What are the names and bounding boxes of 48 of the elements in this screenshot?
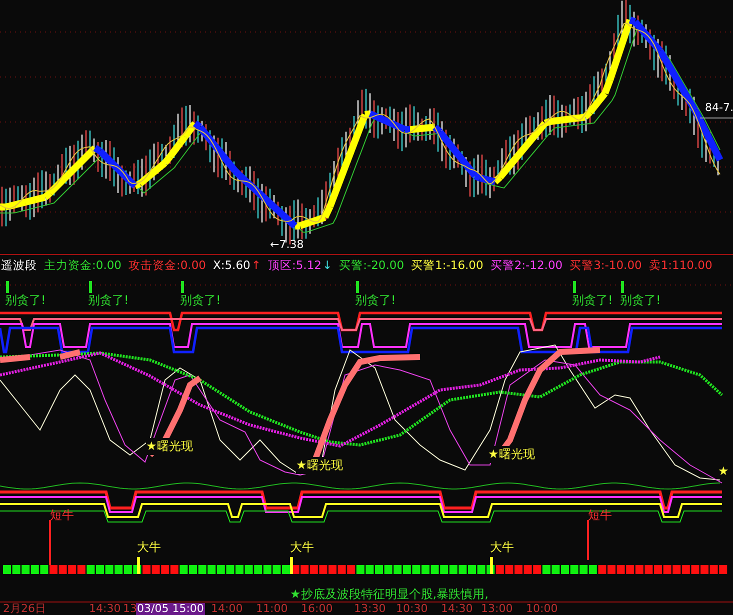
bull-signal-label: 短牛 <box>588 507 612 524</box>
time-axis-label: 03/05 15:00 <box>136 603 205 615</box>
time-axis-label: 13:30 <box>353 603 387 615</box>
bull-signal-label: 大牛 <box>137 539 161 556</box>
warning-label: 别贪了! <box>620 292 661 309</box>
time-axis-label: 14:30 <box>88 603 122 615</box>
signal-tick-mark <box>573 281 576 293</box>
indicator-value: 顶区:5.12 <box>268 258 322 272</box>
indicator-value: 买警3:-10.00 <box>570 258 642 272</box>
warning-label: 别贪了! <box>88 292 129 309</box>
time-axis-label: 2月26日 <box>2 603 47 615</box>
signal-tick-mark <box>181 281 184 293</box>
bull-signal-label: 大牛 <box>490 539 514 556</box>
indicator-value: 攻击资金:0.00 <box>128 258 206 272</box>
warning-label: 别贪了! <box>355 292 396 309</box>
indicator-value: X:5.60 <box>212 258 250 272</box>
indicator-value: 买警:-20.00 <box>339 258 404 272</box>
signal-label: ★曙光现 <box>488 446 535 463</box>
low-price-label: ←7.38 <box>270 238 304 251</box>
footer-note: ★抄底及波段特征明显个股,暴跌慎用, <box>290 586 488 603</box>
indicator-value: 卖1:110.00 <box>648 258 712 272</box>
indicator-value: 遥波段 <box>1 258 37 272</box>
bull-signal-label: 大牛 <box>290 539 314 556</box>
signal-label: ★ <box>718 464 729 478</box>
indicator-value: 买警2:-12.00 <box>490 258 563 272</box>
warning-label: 别贪了! <box>180 292 221 309</box>
indicator-value: 主力资金:0.00 <box>44 258 122 272</box>
time-axis-label: 11:00 <box>255 603 289 615</box>
time-axis-label: 10:30 <box>395 603 429 615</box>
signal-tick-mark <box>89 281 92 293</box>
signal-tick-mark <box>621 281 624 293</box>
time-axis-label: 14:00 <box>210 603 244 615</box>
time-axis-label: 14:30 <box>440 603 474 615</box>
time-axis-label: 13 <box>122 603 138 615</box>
time-axis-label: 10:00 <box>525 603 559 615</box>
signal-label: ★曙光现 <box>146 438 193 455</box>
signal-tick-mark <box>6 281 9 293</box>
indicator-value: 买警1:-16.00 <box>411 258 484 272</box>
price-marker-label: 84-7. <box>705 101 733 114</box>
indicator-value: ↓ <box>322 258 332 272</box>
warning-label: 别贪了! <box>5 292 46 309</box>
time-axis-label: 13:00 <box>480 603 514 615</box>
signal-label: ★曙光现 <box>296 457 343 474</box>
warning-label: 别贪了! <box>572 292 613 309</box>
indicator-value: ↑ <box>251 258 261 272</box>
time-axis-label: 16:00 <box>300 603 334 615</box>
signal-tick-mark <box>356 281 359 293</box>
bull-signal-label: 短牛 <box>50 507 74 524</box>
